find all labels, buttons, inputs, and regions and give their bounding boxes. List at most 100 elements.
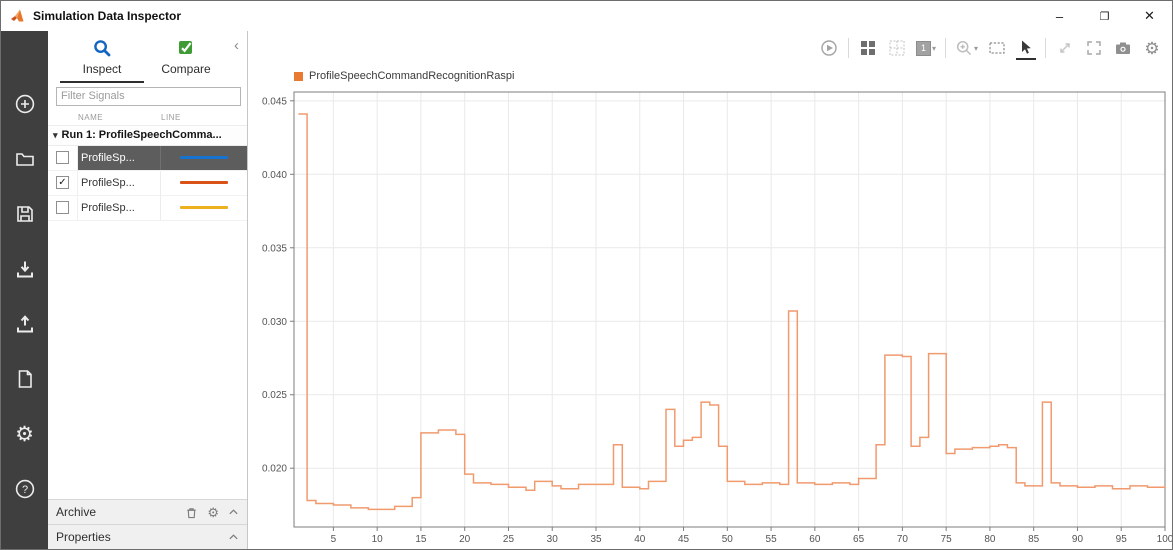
signal-line-cell bbox=[161, 171, 247, 195]
maximize-button[interactable]: ❐ bbox=[1082, 1, 1127, 31]
signal-line-swatch bbox=[180, 156, 228, 159]
snapshot-camera-icon[interactable] bbox=[1113, 36, 1133, 60]
signal-line-cell bbox=[161, 146, 247, 170]
svg-text:20: 20 bbox=[459, 534, 471, 545]
archive-collapse-icon[interactable] bbox=[228, 508, 239, 516]
column-header-line: LINE bbox=[161, 113, 181, 122]
signal-checkbox[interactable] bbox=[56, 151, 69, 164]
collapse-sidebar-icon[interactable]: ‹ bbox=[228, 36, 245, 55]
subplot-grid-icon[interactable] bbox=[887, 36, 907, 60]
properties-bar[interactable]: Properties bbox=[48, 524, 247, 549]
svg-text:60: 60 bbox=[809, 534, 821, 545]
sidebar-tabs: Inspect Compare ‹ bbox=[48, 31, 247, 83]
layout-dropdown[interactable]: 1 ▾ bbox=[915, 36, 936, 60]
signal-line-swatch bbox=[180, 181, 228, 184]
preferences-gear-icon[interactable]: ⚙ bbox=[12, 421, 38, 447]
run-group-row[interactable]: ▾ Run 1: ProfileSpeechComma... bbox=[48, 125, 247, 146]
import-icon[interactable] bbox=[12, 256, 38, 282]
svg-text:10: 10 bbox=[372, 534, 384, 545]
svg-text:75: 75 bbox=[941, 534, 953, 545]
signal-name: ProfileSp... bbox=[78, 195, 161, 220]
archive-gear-icon[interactable]: ⚙ bbox=[207, 506, 219, 519]
svg-text:95: 95 bbox=[1116, 534, 1128, 545]
fit-to-view-icon[interactable] bbox=[1084, 36, 1104, 60]
table-row[interactable]: ProfileSp... bbox=[48, 195, 247, 221]
svg-text:45: 45 bbox=[678, 534, 690, 545]
chart-canvas[interactable]: 5 10 15 20 25 30 35 40 45 50 55 60 65 70 75 80 85 90 95 100… bbox=[248, 87, 1172, 549]
open-folder-icon[interactable] bbox=[12, 146, 38, 172]
svg-text:0.030: 0.030 bbox=[262, 317, 287, 328]
svg-text:55: 55 bbox=[766, 534, 778, 545]
archive-bar[interactable]: Archive ⚙ bbox=[48, 499, 247, 524]
run-group-label: Run 1: ProfileSpeechComma... bbox=[61, 129, 222, 141]
settings-gear-icon[interactable]: ⚙ bbox=[1142, 36, 1162, 60]
properties-label: Properties bbox=[56, 530, 111, 544]
svg-text:65: 65 bbox=[853, 534, 865, 545]
tab-inspect[interactable]: Inspect bbox=[60, 36, 144, 83]
signal-list: ProfileSp... ✓ ProfileSp... ProfileSp... bbox=[48, 145, 247, 221]
toolbar-separator bbox=[1045, 38, 1046, 58]
svg-text:50: 50 bbox=[722, 534, 734, 545]
tab-compare[interactable]: Compare bbox=[144, 36, 228, 83]
tab-compare-label: Compare bbox=[161, 62, 211, 76]
svg-text:5: 5 bbox=[331, 534, 337, 545]
matlab-logo-icon bbox=[10, 8, 26, 24]
table-row[interactable]: ✓ ProfileSp... bbox=[48, 170, 247, 196]
compare-check-icon bbox=[177, 39, 195, 60]
left-toolbar-rail: ⚙ ? bbox=[1, 31, 48, 549]
signal-checkbox[interactable] bbox=[56, 201, 69, 214]
svg-text:25: 25 bbox=[503, 534, 515, 545]
minimize-button[interactable]: – bbox=[1037, 1, 1082, 31]
svg-text:40: 40 bbox=[634, 534, 646, 545]
svg-text:0.035: 0.035 bbox=[262, 243, 287, 254]
playback-icon[interactable] bbox=[819, 36, 839, 60]
step-line-chart: 5 10 15 20 25 30 35 40 45 50 55 60 65 70 75 80 85 90 95 100… bbox=[262, 91, 1172, 545]
add-icon[interactable] bbox=[12, 91, 38, 117]
svg-text:100: 100 bbox=[1157, 534, 1172, 545]
svg-text:0.025: 0.025 bbox=[262, 390, 287, 401]
sidebar-empty-space bbox=[48, 221, 247, 500]
signals-sidebar: Inspect Compare ‹ NAM bbox=[48, 31, 248, 549]
window-controls: – ❐ ✕ bbox=[1037, 1, 1172, 31]
svg-text:0.045: 0.045 bbox=[262, 96, 287, 107]
titlebar: Simulation Data Inspector – ❐ ✕ bbox=[1, 1, 1172, 31]
new-report-icon[interactable] bbox=[12, 366, 38, 392]
close-button[interactable]: ✕ bbox=[1127, 1, 1172, 31]
signal-checkbox[interactable]: ✓ bbox=[56, 176, 69, 189]
toolbar-separator bbox=[847, 38, 849, 58]
expand-diagonal-icon[interactable] bbox=[1055, 36, 1075, 60]
svg-text:15: 15 bbox=[415, 534, 427, 545]
chevron-down-icon: ▾ bbox=[931, 43, 936, 53]
trash-icon[interactable] bbox=[185, 506, 198, 519]
legend-label: ProfileSpeechCommandRecognitionRaspi bbox=[309, 70, 515, 82]
chevron-down-icon: ▾ bbox=[973, 43, 978, 53]
legend-swatch bbox=[294, 71, 303, 81]
svg-text:80: 80 bbox=[984, 534, 996, 545]
signal-line-cell bbox=[161, 196, 247, 220]
plot-area: 1 ▾ ▾ ⚙ ProfileSpeechCommandRecognitionR… bbox=[248, 31, 1172, 549]
export-icon[interactable] bbox=[12, 311, 38, 337]
tab-inspect-label: Inspect bbox=[82, 62, 122, 76]
zoom-in-icon[interactable]: ▾ bbox=[955, 36, 978, 60]
filter-signals-input[interactable] bbox=[56, 86, 241, 106]
window-body: ⚙ ? Inspect Compare ‹ Filter Signals NAM… bbox=[1, 31, 1172, 549]
help-icon[interactable]: ? bbox=[12, 476, 38, 502]
zoom-region-icon[interactable] bbox=[987, 36, 1007, 60]
signal-name: ProfileSp... bbox=[78, 170, 161, 195]
svg-text:70: 70 bbox=[897, 534, 909, 545]
svg-text:85: 85 bbox=[1028, 534, 1040, 545]
signal-line-swatch bbox=[180, 206, 228, 209]
window-title: Simulation Data Inspector bbox=[33, 9, 182, 23]
table-row[interactable]: ProfileSp... bbox=[48, 145, 247, 171]
simulation-data-inspector-window: Simulation Data Inspector – ❐ ✕ ⚙ ? Insp… bbox=[0, 0, 1173, 550]
layout-grid-icon[interactable] bbox=[858, 36, 878, 60]
layout-value: 1 bbox=[915, 40, 931, 56]
pointer-icon[interactable] bbox=[1016, 36, 1036, 60]
signal-name: ProfileSp... bbox=[78, 145, 161, 170]
svg-text:30: 30 bbox=[547, 534, 559, 545]
save-icon[interactable] bbox=[12, 201, 38, 227]
properties-collapse-icon[interactable] bbox=[228, 533, 239, 541]
svg-text:0.040: 0.040 bbox=[262, 170, 287, 181]
chart-legend: ProfileSpeechCommandRecognitionRaspi bbox=[248, 65, 1172, 87]
filter-row bbox=[48, 83, 247, 111]
